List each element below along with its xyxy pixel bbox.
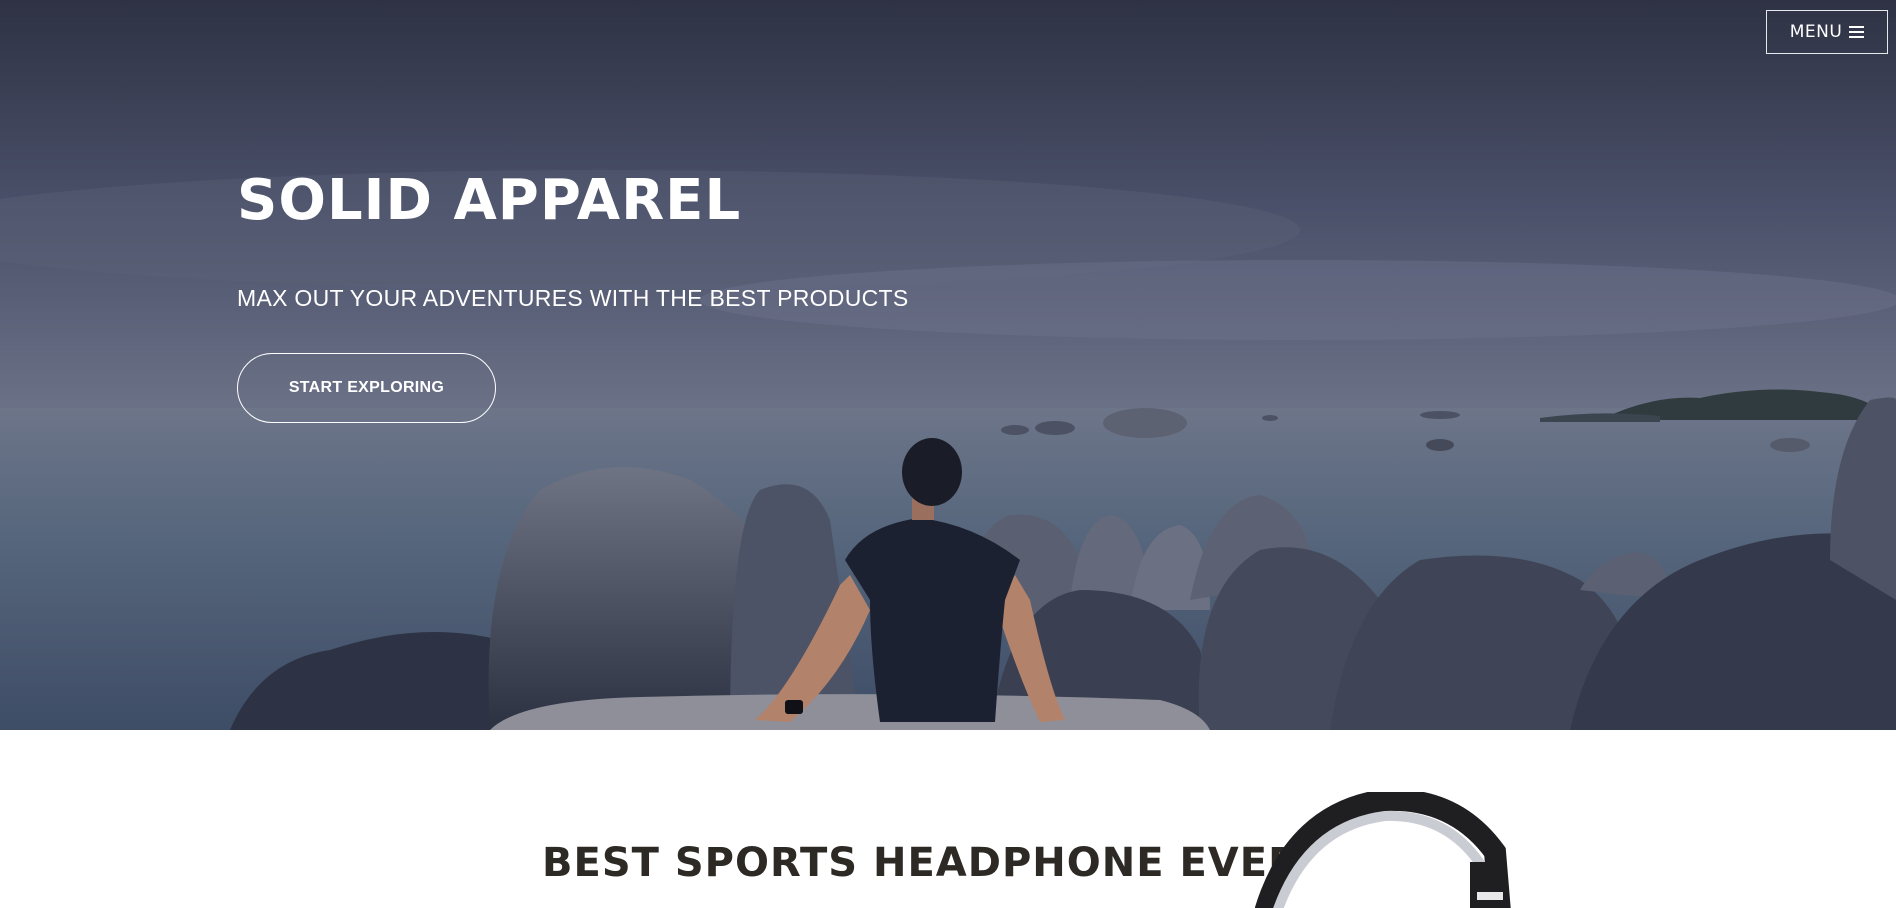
headphone-image bbox=[1255, 792, 1511, 908]
hero-title: SOLID APPAREL bbox=[237, 168, 742, 233]
hero-subtitle: MAX OUT YOUR ADVENTURES WITH THE BEST PR… bbox=[237, 285, 909, 311]
section-title: BEST SPORTS HEADPHONE EVER bbox=[542, 840, 1300, 886]
menu-label: MENU bbox=[1789, 22, 1843, 42]
featured-product-section: BEST SPORTS HEADPHONE EVER bbox=[0, 730, 1896, 908]
start-exploring-button[interactable]: START EXPLORING bbox=[237, 353, 496, 423]
hero-section: MENU SOLID APPAREL MAX OUT YOUR ADVENTUR… bbox=[0, 0, 1896, 730]
hamburger-icon bbox=[1849, 26, 1865, 38]
menu-button[interactable]: MENU bbox=[1766, 10, 1888, 54]
